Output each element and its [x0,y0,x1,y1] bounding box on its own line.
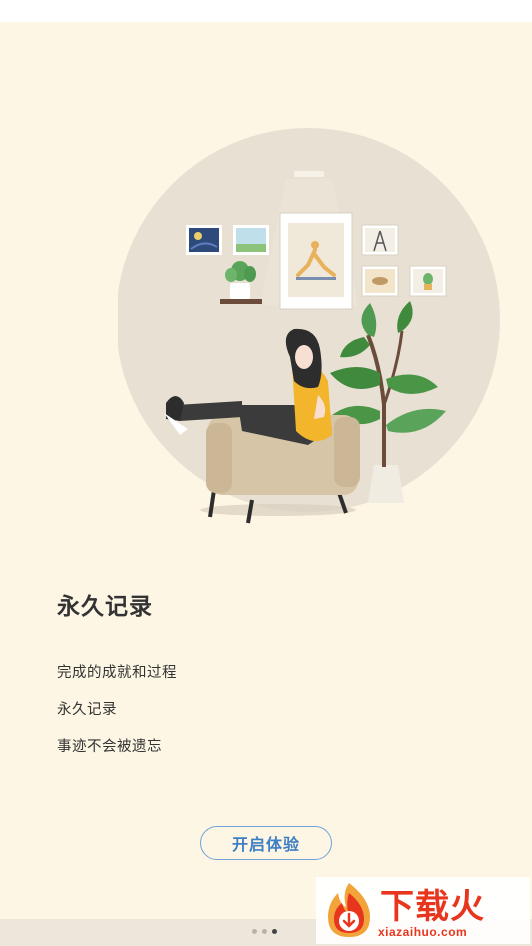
page-dot-active[interactable] [272,929,277,934]
watermark-brand: 下载火 [380,887,485,927]
description-line: 事迹不会被遗忘 [57,739,162,755]
description-line: 完成的成就和过程 [57,665,177,681]
start-experience-button[interactable]: 开启体验 [200,826,332,860]
watermark: 下载火 xiazaihuo.com [316,877,530,944]
description-line: 永久记录 [57,702,117,718]
page-dot[interactable] [262,929,267,934]
flame-download-icon [328,883,370,937]
status-bar [0,0,532,22]
page-indicator [252,929,277,934]
onboarding-illustration [118,128,500,524]
watermark-url: xiazaihuo.com [378,925,468,939]
page-dot[interactable] [252,929,257,934]
page-title: 永久记录 [57,594,153,620]
